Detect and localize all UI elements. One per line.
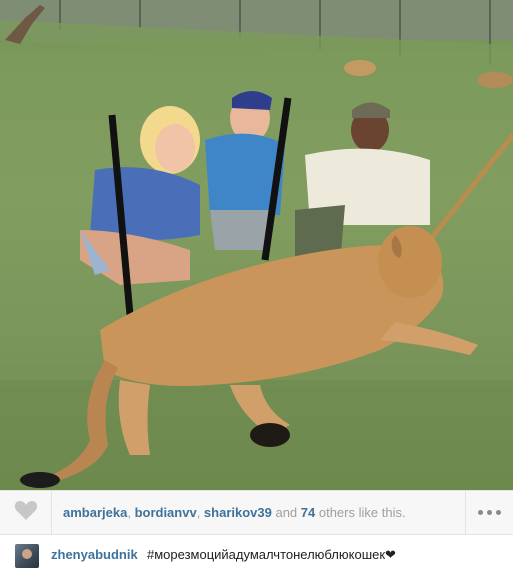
likes-suffix: others like this. bbox=[315, 505, 406, 520]
caption: zhenyabudnik #морезмоцийадумалчтонелюблю… bbox=[0, 535, 513, 576]
liker-link-1[interactable]: ambarjeka bbox=[63, 505, 127, 520]
caption-text: #морезмоцийадумалчтонелюблюкошек❤ bbox=[147, 547, 396, 562]
likes-separator-2: , bbox=[196, 505, 204, 520]
likes-separator-1: , bbox=[127, 505, 135, 520]
liker-link-2[interactable]: bordianvv bbox=[135, 505, 197, 520]
likes-bar: ambarjeka, bordianvv, sharikov39 and 74 … bbox=[0, 490, 513, 535]
post-photo[interactable] bbox=[0, 0, 513, 490]
avatar[interactable] bbox=[15, 544, 39, 568]
likes-summary: ambarjeka, bordianvv, sharikov39 and 74 … bbox=[63, 491, 406, 534]
photo-illustration bbox=[0, 0, 513, 490]
like-button[interactable] bbox=[0, 491, 52, 534]
heart-icon bbox=[14, 500, 38, 526]
instagram-post: ambarjeka, bordianvv, sharikov39 and 74 … bbox=[0, 0, 513, 576]
liker-link-3[interactable]: sharikov39 bbox=[204, 505, 272, 520]
ellipsis-icon bbox=[476, 510, 503, 515]
likes-and-text: and bbox=[271, 505, 301, 520]
more-options-button[interactable] bbox=[465, 491, 513, 534]
caption-username[interactable]: zhenyabudnik bbox=[51, 547, 138, 562]
likes-count[interactable]: 74 bbox=[301, 505, 315, 520]
